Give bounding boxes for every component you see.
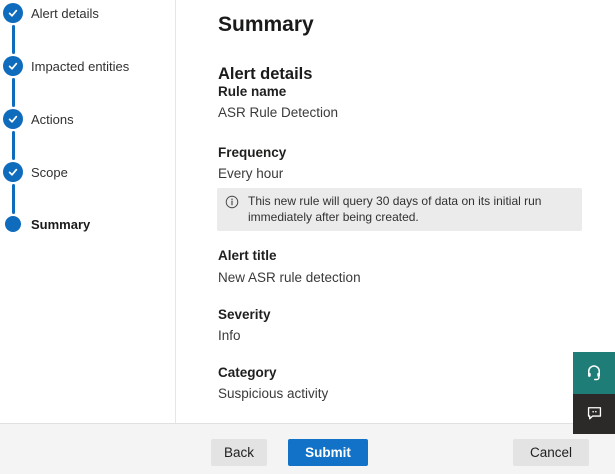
stepper-item-summary[interactable]: Summary	[3, 214, 90, 234]
cancel-button[interactable]: Cancel	[513, 439, 589, 466]
info-banner: This new rule will query 30 days of data…	[217, 188, 582, 231]
check-circle-icon	[3, 56, 23, 76]
field-label-category: Category	[218, 365, 277, 381]
stepper-item-label: Impacted entities	[31, 59, 129, 74]
stepper-connector	[12, 78, 15, 107]
vertical-divider	[175, 0, 176, 423]
field-value-alert-title: New ASR rule detection	[218, 270, 361, 286]
stepper-item-actions[interactable]: Actions	[3, 109, 74, 129]
stepper-connector	[12, 131, 15, 160]
stepper-item-impacted-entities[interactable]: Impacted entities	[3, 56, 129, 76]
stepper-connector	[12, 184, 15, 214]
info-banner-text: This new rule will query 30 days of data…	[248, 193, 568, 225]
field-label-frequency: Frequency	[218, 145, 286, 161]
field-label-alert-title: Alert title	[218, 248, 277, 264]
back-button[interactable]: Back	[211, 439, 267, 466]
stepper-item-label: Actions	[31, 112, 74, 127]
field-value-rule-name: ASR Rule Detection	[218, 105, 338, 121]
stepper-connector	[12, 25, 15, 54]
field-value-severity: Info	[218, 328, 241, 344]
feedback-button[interactable]	[573, 394, 615, 434]
check-circle-icon	[3, 3, 23, 23]
wizard-footer: Back Submit Cancel	[0, 423, 615, 474]
help-button[interactable]	[573, 352, 615, 394]
field-value-category: Suspicious activity	[218, 386, 328, 402]
check-circle-icon	[3, 162, 23, 182]
stepper-item-label: Summary	[31, 217, 90, 232]
check-circle-icon	[3, 109, 23, 129]
filled-dot-icon	[3, 214, 23, 234]
stepper-item-scope[interactable]: Scope	[3, 162, 68, 182]
stepper-item-alert-details[interactable]: Alert details	[3, 3, 99, 23]
stepper-item-label: Scope	[31, 165, 68, 180]
stepper-item-label: Alert details	[31, 6, 99, 21]
comment-icon	[585, 403, 604, 425]
field-label-severity: Severity	[218, 307, 271, 323]
headset-icon	[585, 363, 603, 384]
section-heading: Alert details	[218, 65, 312, 84]
page-title: Summary	[218, 13, 314, 37]
field-label-rule-name: Rule name	[218, 84, 286, 100]
wizard-stepper: Alert details Impacted entities Actions …	[0, 0, 175, 423]
submit-button[interactable]: Submit	[288, 439, 368, 466]
info-circle-icon	[225, 195, 239, 214]
field-value-frequency: Every hour	[218, 166, 283, 182]
